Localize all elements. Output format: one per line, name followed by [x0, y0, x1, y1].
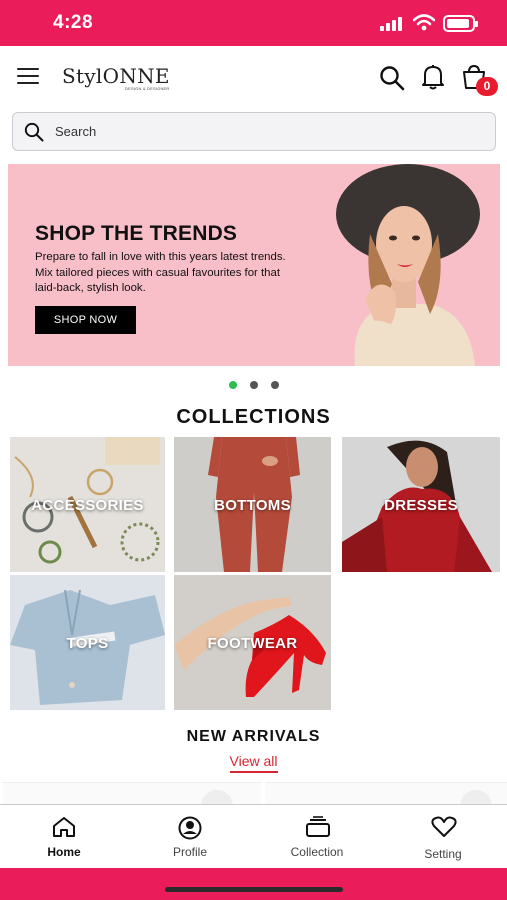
- carousel-dot-2[interactable]: [250, 381, 258, 389]
- view-all-label: View all: [229, 753, 278, 773]
- shop-now-button[interactable]: SHOP NOW: [35, 306, 136, 334]
- banner-title: SHOP THE TRENDS: [35, 222, 238, 245]
- search-icon[interactable]: [379, 65, 405, 91]
- collection-label: FOOTWEAR: [207, 635, 298, 652]
- bottom-tab-bar: Home Profile Collection Setting: [0, 804, 507, 868]
- cart-count-badge: 0: [476, 77, 498, 96]
- hero-banner[interactable]: SHOP THE TRENDS Prepare to fall in love …: [8, 164, 500, 366]
- signal-icon: [380, 17, 402, 31]
- brand-logo[interactable]: StylONNE DESIGN & DESIGNER: [62, 64, 174, 94]
- bell-icon[interactable]: [421, 64, 445, 90]
- heart-icon: [431, 816, 457, 837]
- wifi-icon: [413, 14, 435, 31]
- search-input[interactable]: Search: [12, 112, 496, 151]
- home-indicator[interactable]: [165, 887, 343, 892]
- tab-profile[interactable]: Profile: [130, 805, 250, 869]
- home-indicator-bar: [0, 868, 507, 900]
- tab-collection[interactable]: Collection: [257, 805, 377, 869]
- view-all-link[interactable]: View all: [0, 753, 507, 773]
- collections-title: COLLECTIONS: [176, 406, 331, 428]
- tab-label: Profile: [172, 845, 207, 859]
- collection-tile-footwear[interactable]: FOOTWEAR: [174, 575, 331, 710]
- tab-label: Home: [47, 845, 81, 859]
- status-bar: 4:28: [0, 0, 507, 46]
- carousel-dot-3[interactable]: [271, 381, 279, 389]
- profile-icon: [178, 816, 202, 840]
- battery-icon: [443, 15, 478, 32]
- tab-label: Setting: [424, 847, 462, 861]
- carousel-dot-1[interactable]: [229, 381, 237, 389]
- logo-tagline: DESIGN & DESIGNER: [125, 86, 170, 91]
- home-icon: [53, 817, 75, 837]
- collection-tile-bottoms[interactable]: BOTTOMS: [174, 437, 331, 572]
- app-header: StylONNE DESIGN & DESIGNER 0: [0, 46, 507, 108]
- collection-tile-accessories[interactable]: ACCESSORIES: [10, 437, 165, 572]
- tab-label: Collection: [290, 845, 344, 859]
- banner-text: Prepare to fall in love with this years …: [35, 251, 286, 294]
- collection-label: ACCESSORIES: [31, 497, 144, 514]
- search-placeholder: Search: [55, 124, 97, 139]
- menu-icon[interactable]: [17, 68, 39, 85]
- collection-icon: [306, 816, 330, 837]
- logo-text: StylONNE: [62, 64, 170, 88]
- tab-setting[interactable]: Setting: [383, 805, 503, 869]
- new-arrivals-title: NEW ARRIVALS: [186, 728, 321, 745]
- collection-label: TOPS: [66, 635, 109, 652]
- collection-label: BOTTOMS: [214, 497, 291, 514]
- search-icon: [24, 122, 44, 142]
- collection-tile-dresses[interactable]: DRESSES: [342, 437, 500, 572]
- collection-label: DRESSES: [384, 497, 458, 514]
- tab-home[interactable]: Home: [4, 805, 124, 869]
- collection-tile-tops[interactable]: TOPS: [10, 575, 165, 710]
- status-time: 4:28: [53, 12, 94, 33]
